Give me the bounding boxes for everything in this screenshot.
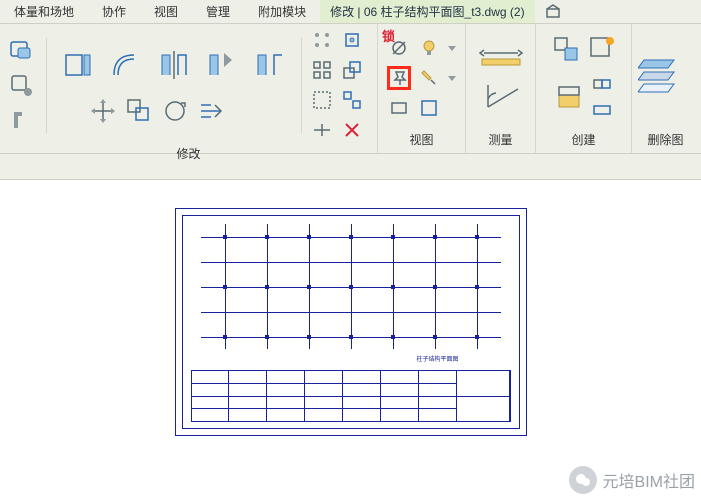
create-similar-icon[interactable] [590, 72, 614, 96]
panel-extra-icon[interactable] [535, 0, 571, 23]
measure-angle-icon[interactable] [478, 81, 524, 111]
panel-view: 锁 视图 [378, 24, 466, 153]
watermark: 元培BIM社团 [569, 466, 695, 494]
panel-create: 创建 [536, 24, 632, 153]
drawing-title-text: 柱子结构平面图 [416, 354, 458, 363]
menubar: 体量和场地 协作 视图 管理 附加模块 修改 | 06 柱子结构平面图_t3.d… [0, 0, 701, 24]
trim-icon[interactable] [196, 96, 226, 126]
unhide-icon[interactable] [387, 96, 411, 120]
schedule-table [191, 370, 511, 422]
override-icon[interactable] [417, 96, 441, 120]
group-icon[interactable] [310, 88, 334, 112]
scale-icon[interactable] [340, 58, 364, 82]
panel-label-delete: 删除图 [638, 128, 693, 153]
move-icon[interactable] [88, 96, 118, 126]
panel-label-measure: 测量 [472, 128, 529, 153]
snap-endpoint-icon[interactable] [310, 28, 334, 52]
menu-manage[interactable]: 管理 [192, 0, 244, 23]
arrow-select-icon[interactable] [201, 44, 243, 86]
create-part-icon[interactable] [554, 82, 584, 112]
ribbon: 修改 锁 [0, 24, 701, 154]
delete-layers-icon[interactable] [638, 50, 680, 106]
separator [46, 38, 47, 133]
array-icon[interactable] [310, 58, 334, 82]
pin-icon-highlighted[interactable] [387, 66, 411, 90]
paint-icon[interactable] [417, 66, 441, 90]
offset-icon[interactable] [105, 44, 147, 86]
panel-label-modify: 修改 [6, 142, 371, 167]
watermark-text: 元培BIM社团 [603, 468, 695, 492]
menu-collaborate[interactable]: 协作 [88, 0, 140, 23]
split-icon[interactable] [310, 118, 334, 142]
panel-label-view: 视图 [384, 128, 459, 153]
snap-mid-icon[interactable] [340, 28, 364, 52]
mirror-icon[interactable] [153, 44, 195, 86]
panel-label-create: 创建 [542, 128, 625, 153]
bulb-icon[interactable] [417, 36, 441, 60]
cad-drawing-viewport[interactable]: 柱子结构平面图 [175, 208, 527, 436]
copy-icon[interactable] [124, 96, 154, 126]
structural-plan [201, 224, 501, 349]
separator [301, 38, 302, 133]
dropdown-icon[interactable] [447, 74, 457, 82]
menu-view[interactable]: 视图 [140, 0, 192, 23]
select-icon[interactable] [6, 36, 36, 66]
cut-icon[interactable] [6, 70, 36, 100]
ungroup-icon[interactable] [340, 88, 364, 112]
delete-icon[interactable] [340, 118, 364, 142]
mirror2-icon[interactable] [249, 44, 291, 86]
wechat-icon [569, 466, 597, 494]
panel-measure: 测量 [466, 24, 536, 153]
dimension-icon[interactable] [478, 45, 524, 71]
create-family-icon[interactable] [590, 98, 614, 122]
menu-addins[interactable]: 附加模块 [244, 0, 320, 23]
align-icon[interactable] [57, 44, 99, 86]
create-group-icon[interactable] [551, 34, 581, 64]
rotate-icon[interactable] [160, 96, 190, 126]
create-assembly-icon[interactable] [587, 34, 617, 64]
active-context-tab[interactable]: 修改 | 06 柱子结构平面图_t3.dwg (2) [320, 0, 535, 23]
panel-modify: 修改 [0, 24, 378, 153]
menu-mass-site[interactable]: 体量和场地 [0, 0, 88, 23]
lock-label: 锁 [382, 26, 395, 45]
drawing-canvas[interactable]: 柱子结构平面图 [0, 180, 701, 428]
panel-delete: 删除图 [632, 24, 699, 153]
dropdown-icon[interactable] [447, 44, 457, 52]
hammer-icon[interactable] [6, 104, 36, 134]
